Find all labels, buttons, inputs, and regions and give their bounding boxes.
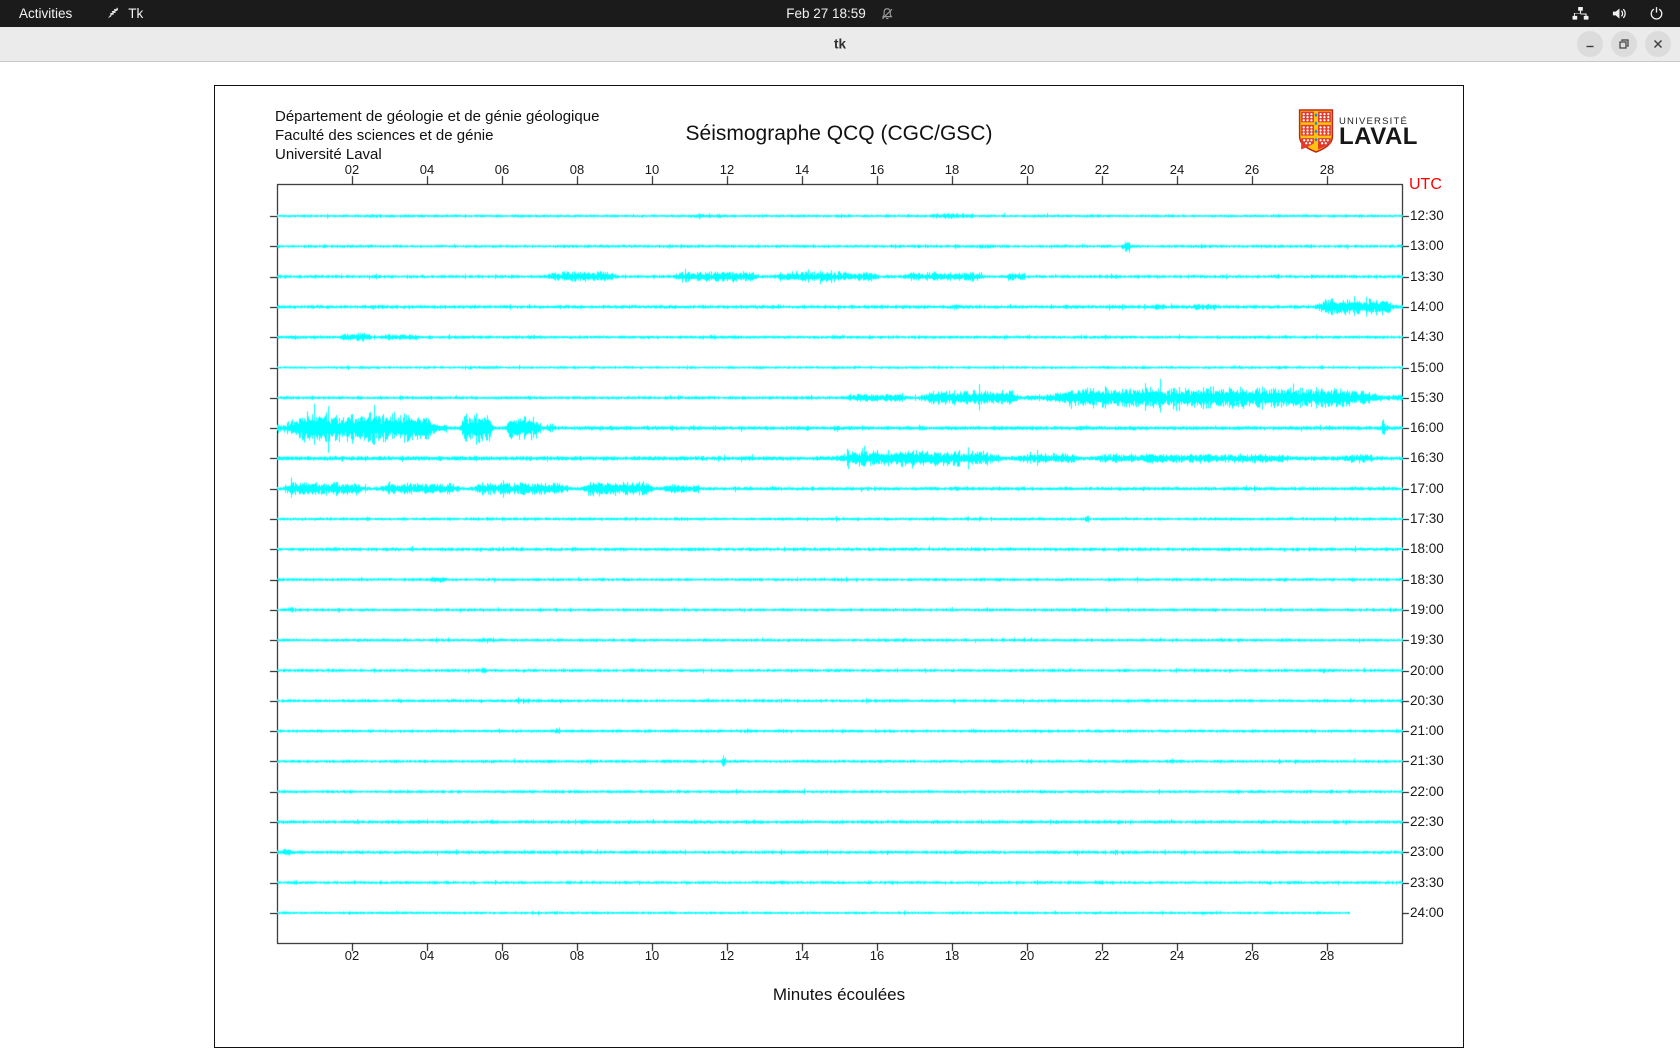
utc-time-label: 18:30 [1410, 572, 1444, 587]
window-titlebar[interactable]: tk [0, 27, 1680, 62]
x-tick-label-top: 10 [645, 162, 659, 177]
close-button[interactable] [1645, 31, 1671, 57]
utc-time-label: 20:00 [1410, 663, 1444, 678]
utc-time-label: 19:00 [1410, 602, 1444, 617]
x-tick-label-bottom: 10 [645, 948, 659, 963]
utc-time-label: 15:30 [1410, 390, 1444, 405]
minimize-button[interactable] [1577, 31, 1603, 57]
x-tick-label-bottom: 16 [870, 948, 884, 963]
utc-time-label: 22:00 [1410, 784, 1444, 799]
utc-time-label: 16:30 [1410, 450, 1444, 465]
volume-icon [1611, 6, 1627, 21]
seismogram-canvas [215, 86, 1463, 1047]
header-line-3: Université Laval [275, 145, 599, 164]
x-tick-label-top: 06 [495, 162, 509, 177]
network-wired-icon [1572, 6, 1589, 21]
logo-big-text: LAVAL [1339, 127, 1418, 147]
x-tick-label-bottom: 08 [570, 948, 584, 963]
app-menu-label: Tk [128, 6, 143, 21]
app-menu[interactable]: Tk [106, 6, 143, 21]
x-tick-label-bottom: 18 [945, 948, 959, 963]
x-tick-label-top: 20 [1020, 162, 1034, 177]
utc-time-label: 23:00 [1410, 844, 1444, 859]
x-tick-label-top: 08 [570, 162, 584, 177]
x-axis-title: Minutes écoulées [215, 985, 1463, 1005]
utc-time-label: 24:00 [1410, 905, 1444, 920]
x-tick-label-top: 24 [1170, 162, 1184, 177]
system-menu[interactable] [1572, 6, 1680, 21]
utc-label: UTC [1409, 176, 1442, 194]
utc-time-label: 13:30 [1410, 269, 1444, 284]
laval-shield-icon [1298, 109, 1334, 158]
x-tick-label-top: 26 [1245, 162, 1259, 177]
utc-time-label: 18:00 [1410, 541, 1444, 556]
window-content: Département de géologie et de génie géol… [0, 62, 1680, 1050]
x-tick-label-top: 16 [870, 162, 884, 177]
seismograph-frame: Département de géologie et de génie géol… [214, 85, 1464, 1048]
desktop: Activities Tk Feb 27 18:59 [0, 0, 1680, 1050]
restore-button[interactable] [1611, 31, 1637, 57]
x-tick-label-bottom: 04 [420, 948, 434, 963]
x-tick-label-top: 22 [1095, 162, 1109, 177]
top-bar: Activities Tk Feb 27 18:59 [0, 0, 1680, 27]
x-tick-label-top: 02 [345, 162, 359, 177]
utc-time-label: 14:30 [1410, 329, 1444, 344]
activities-button[interactable]: Activities [19, 6, 72, 21]
utc-time-label: 15:00 [1410, 360, 1444, 375]
x-tick-label-bottom: 06 [495, 948, 509, 963]
page-title: Séismographe QCQ (CGC/GSC) [215, 122, 1463, 146]
utc-time-label: 21:00 [1410, 723, 1444, 738]
notifications-muted-icon [880, 7, 894, 21]
utc-time-label: 22:30 [1410, 814, 1444, 829]
x-tick-label-top: 28 [1320, 162, 1334, 177]
utc-time-label: 13:00 [1410, 238, 1444, 253]
window-title: tk [834, 37, 846, 52]
power-icon [1649, 6, 1664, 21]
x-tick-label-bottom: 02 [345, 948, 359, 963]
x-tick-label-bottom: 28 [1320, 948, 1334, 963]
tk-icon [106, 6, 121, 21]
x-tick-label-bottom: 20 [1020, 948, 1034, 963]
x-tick-label-bottom: 14 [795, 948, 809, 963]
utc-time-label: 19:30 [1410, 632, 1444, 647]
x-tick-label-bottom: 26 [1245, 948, 1259, 963]
clock-menu[interactable]: Feb 27 18:59 [786, 6, 894, 21]
x-tick-label-top: 14 [795, 162, 809, 177]
utc-time-label: 16:00 [1410, 420, 1444, 435]
x-tick-label-bottom: 12 [720, 948, 734, 963]
utc-time-label: 20:30 [1410, 693, 1444, 708]
utc-time-label: 14:00 [1410, 299, 1444, 314]
utc-time-label: 17:30 [1410, 511, 1444, 526]
x-tick-label-bottom: 22 [1095, 948, 1109, 963]
clock-label: Feb 27 18:59 [786, 6, 866, 21]
laval-logo: UNIVERSITÉ LAVAL [1298, 109, 1418, 158]
x-tick-label-top: 04 [420, 162, 434, 177]
x-tick-label-bottom: 24 [1170, 948, 1184, 963]
x-tick-label-top: 12 [720, 162, 734, 177]
utc-time-label: 17:00 [1410, 481, 1444, 496]
utc-time-label: 12:30 [1410, 208, 1444, 223]
utc-time-label: 23:30 [1410, 875, 1444, 890]
x-tick-label-top: 18 [945, 162, 959, 177]
utc-time-label: 21:30 [1410, 753, 1444, 768]
